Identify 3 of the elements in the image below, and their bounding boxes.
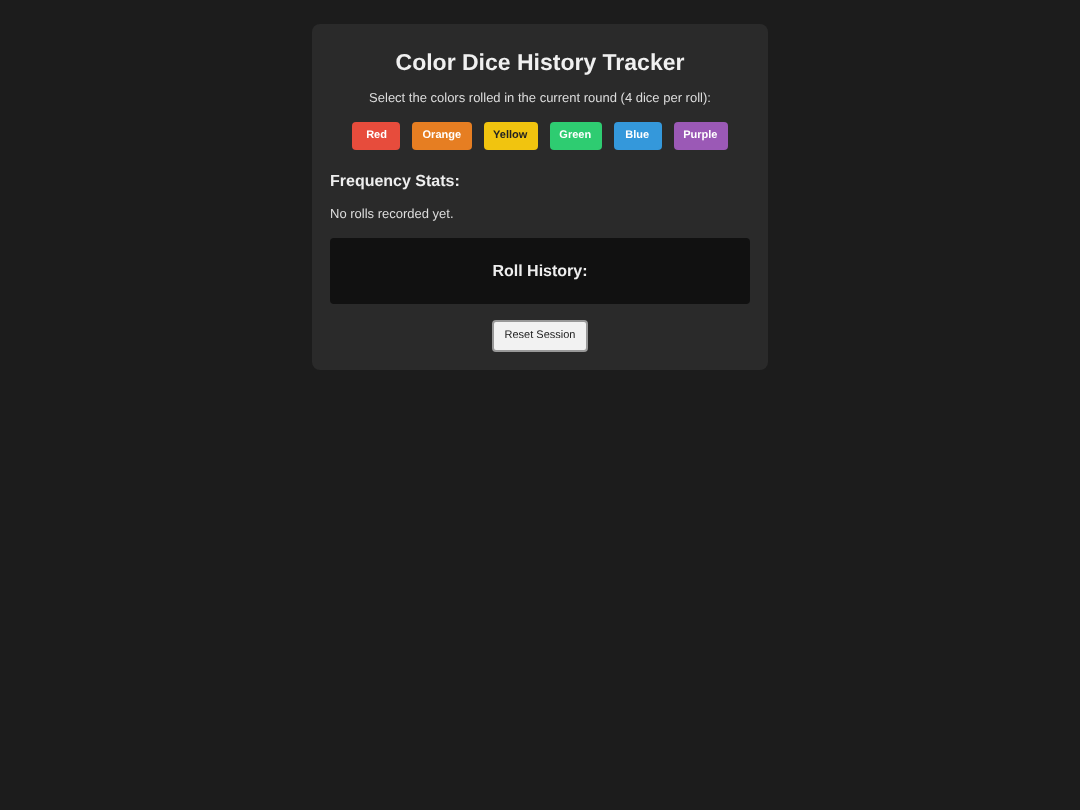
app-title: Color Dice History Tracker [393, 52, 687, 76]
section-heading: Frequency Stats: [330, 172, 462, 190]
history-heading: Roll History: [492, 262, 588, 280]
